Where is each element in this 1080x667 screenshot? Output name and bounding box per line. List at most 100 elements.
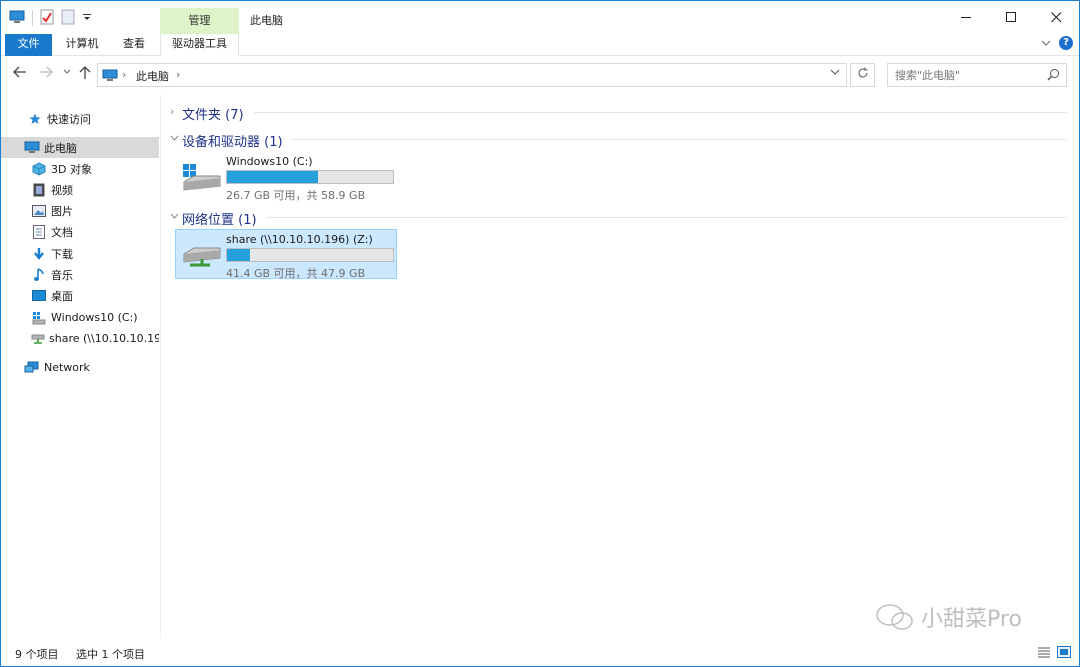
item-count: 9 个项目 <box>15 648 59 661</box>
details-view-icon[interactable] <box>1037 646 1051 661</box>
star-icon <box>27 111 43 127</box>
sidebar-item-pictures[interactable]: 图片 <box>1 200 159 221</box>
music-icon <box>31 267 47 283</box>
breadcrumb-this-pc[interactable]: 此电脑 <box>136 68 169 84</box>
explorer-window: 管理 此电脑 文件 计算机 查看 驱动器工具 ? › 此电脑 › 搜索"此电脑"… <box>0 0 1080 667</box>
documents-icon <box>31 224 47 240</box>
group-header-folders[interactable]: › 文件夹 (7) <box>168 102 1073 123</box>
selection-count: 选中 1 个项目 <box>76 648 145 661</box>
expand-ribbon-icon[interactable] <box>1041 36 1051 50</box>
group-label: 设备和驱动器 (1) <box>182 135 283 150</box>
sidebar-item-label: share (\\10.10.10.196 <box>49 332 159 345</box>
properties-icon[interactable] <box>40 9 54 28</box>
chevron-right-icon[interactable]: › <box>170 105 174 118</box>
network-icon <box>24 360 40 376</box>
search-input[interactable] <box>888 64 1038 86</box>
sidebar-item-label: 视频 <box>51 183 73 197</box>
search-icon[interactable] <box>1047 68 1060 84</box>
tab-view[interactable]: 查看 <box>117 34 151 56</box>
quick-access-toolbar <box>9 9 92 27</box>
drive-usage-fill <box>227 171 318 183</box>
watermark: 小甜菜Pro <box>875 601 1022 633</box>
sidebar-item-label: 下载 <box>51 247 73 261</box>
search-box[interactable] <box>887 63 1067 87</box>
drive-tile-share-z[interactable]: share (\\10.10.10.196) (Z:) 41.4 GB 可用，共… <box>175 229 397 280</box>
pictures-icon <box>31 203 47 219</box>
group-label: 文件夹 (7) <box>182 108 244 123</box>
minimize-icon <box>961 17 971 18</box>
drive-free-space: 41.4 GB 可用，共 47.9 GB <box>226 267 366 280</box>
sidebar-item-label: 图片 <box>51 204 73 218</box>
close-icon <box>1051 12 1062 23</box>
drive-free-space: 26.7 GB 可用，共 58.9 GB <box>226 189 366 202</box>
sidebar-item-downloads[interactable]: 下载 <box>1 243 159 264</box>
new-folder-icon[interactable] <box>61 9 75 28</box>
drive-icon <box>31 310 47 326</box>
sidebar-item-label: 音乐 <box>51 268 73 282</box>
sidebar-item-label: Network <box>44 361 90 374</box>
tab-drive-tools[interactable]: 驱动器工具 <box>160 34 239 56</box>
group-header-network-locations[interactable]: 网络位置 (1) <box>168 207 1073 228</box>
maximize-icon <box>1006 12 1016 22</box>
chevron-down-icon[interactable] <box>170 210 179 223</box>
sidebar-item-label: 快速访问 <box>47 112 91 126</box>
ribbon-right-controls: ? <box>1041 36 1073 50</box>
drive-name: share (\\10.10.10.196) (Z:) <box>226 233 373 246</box>
address-bar[interactable]: › 此电脑 › <box>97 63 847 87</box>
download-icon <box>31 246 47 262</box>
network-drive-icon <box>31 331 45 347</box>
computer-icon <box>24 140 40 156</box>
watermark-text: 小甜菜Pro <box>921 607 1022 632</box>
address-dropdown-icon[interactable] <box>830 68 840 79</box>
wechat-icon <box>876 604 913 630</box>
group-divider <box>266 217 1067 218</box>
sidebar-item-documents[interactable]: 文档 <box>1 221 159 242</box>
minimize-button[interactable] <box>944 1 989 34</box>
help-icon[interactable]: ? <box>1059 36 1073 50</box>
navigation-pane: 快速访问 此电脑 3D 对象 视频 图片 文档 下载 音乐 桌面 Windows… <box>1 94 161 638</box>
customize-dropdown-icon[interactable] <box>82 11 92 25</box>
drive-usage-fill <box>227 249 250 261</box>
maximize-button[interactable] <box>989 1 1034 34</box>
tab-computer[interactable]: 计算机 <box>61 34 103 56</box>
group-header-devices[interactable]: 设备和驱动器 (1) <box>168 129 1073 150</box>
breadcrumb-chevron-icon[interactable]: › <box>122 68 126 81</box>
this-pc-icon <box>102 69 118 84</box>
sidebar-item-label: Windows10 (C:) <box>51 311 138 324</box>
up-icon[interactable] <box>79 66 91 84</box>
manage-context-tab[interactable]: 管理 <box>160 8 239 34</box>
back-icon[interactable] <box>13 66 27 82</box>
content-pane: › 文件夹 (7) 设备和驱动器 (1) Windows10 (C:) 26.7… <box>162 94 1079 638</box>
sidebar-item-desktop[interactable]: 桌面 <box>1 285 159 306</box>
drive-tile-windows10-c[interactable]: Windows10 (C:) 26.7 GB 可用，共 58.9 GB <box>176 152 398 202</box>
toolbar-divider <box>32 10 33 26</box>
sidebar-item-music[interactable]: 音乐 <box>1 264 159 285</box>
group-label: 网络位置 (1) <box>182 213 257 228</box>
recent-locations-icon[interactable] <box>63 66 71 82</box>
video-icon <box>31 182 47 198</box>
sidebar-item-share[interactable]: share (\\10.10.10.196 <box>1 328 159 349</box>
sidebar-item-network[interactable]: Network <box>1 357 159 378</box>
ribbon-tabs: 文件 计算机 查看 驱动器工具 ? <box>1 34 1079 56</box>
sidebar-item-windows10-c[interactable]: Windows10 (C:) <box>1 307 159 328</box>
group-divider <box>292 139 1067 140</box>
desktop-icon <box>31 288 47 304</box>
forward-icon[interactable] <box>39 66 53 82</box>
breadcrumb-chevron-icon[interactable]: › <box>176 68 180 81</box>
sidebar-item-quick-access[interactable]: 快速访问 <box>1 108 159 129</box>
window-title: 此电脑 <box>250 14 283 27</box>
refresh-button[interactable] <box>850 63 875 87</box>
navigation-bar: › 此电脑 › <box>1 56 1079 94</box>
network-drive-icon <box>180 238 222 272</box>
close-button[interactable] <box>1034 1 1079 34</box>
computer-icon[interactable] <box>9 10 25 27</box>
group-divider <box>254 112 1067 113</box>
sidebar-item-label: 3D 对象 <box>51 162 92 176</box>
sidebar-item-3d-objects[interactable]: 3D 对象 <box>1 158 159 179</box>
tab-file[interactable]: 文件 <box>5 34 52 56</box>
sidebar-item-video[interactable]: 视频 <box>1 179 159 200</box>
chevron-down-icon[interactable] <box>170 132 179 145</box>
sidebar-item-this-pc[interactable]: 此电脑 <box>1 137 159 158</box>
large-icons-view-icon[interactable] <box>1057 646 1071 661</box>
title-bar: 管理 此电脑 <box>1 1 1079 34</box>
